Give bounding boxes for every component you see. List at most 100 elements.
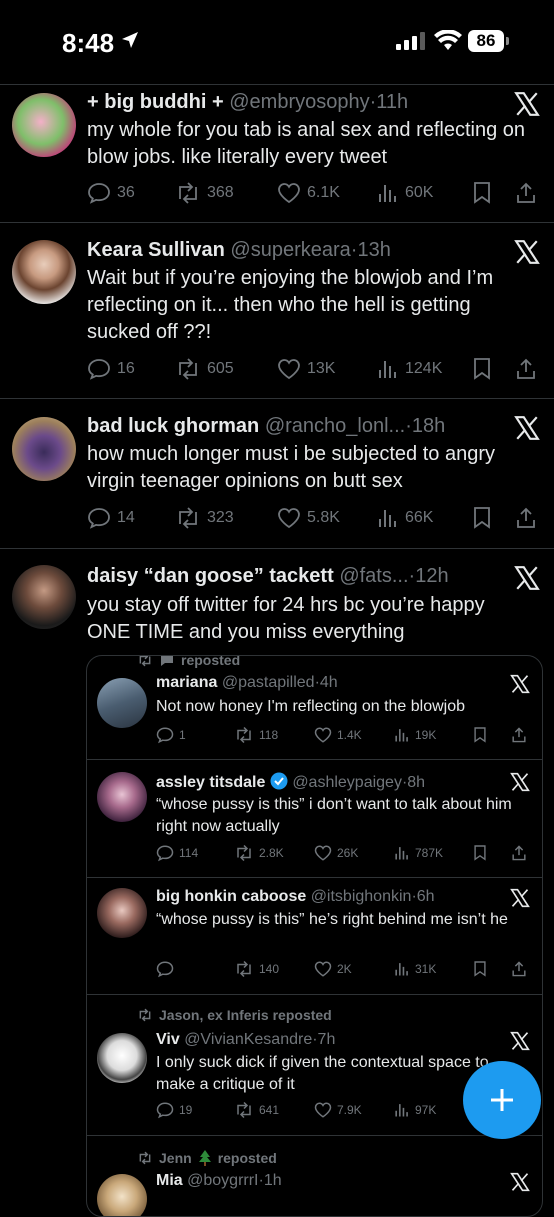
tweet[interactable]: + big buddhi + @embryosophy·11h my whole… — [0, 84, 554, 223]
share-icon[interactable] — [511, 726, 527, 744]
reply-button[interactable]: 1 — [156, 726, 186, 744]
views-button[interactable]: 787K — [394, 844, 443, 862]
bookmark-icon[interactable] — [473, 844, 487, 862]
compose-button[interactable] — [463, 1061, 541, 1139]
repost-button[interactable]: 323 — [175, 506, 234, 530]
reply-button[interactable]: 14 — [87, 506, 135, 530]
reply-icon — [156, 727, 174, 744]
share-icon[interactable] — [511, 960, 527, 978]
repost-button[interactable]: 118 — [234, 726, 278, 744]
share-icon[interactable] — [511, 844, 527, 862]
tweet-text: Not now honey I'm reflecting on the blow… — [156, 698, 466, 715]
tweet-time[interactable]: 4h — [320, 674, 338, 691]
tweet-time[interactable]: 6h — [417, 888, 435, 905]
x-logo-icon[interactable] — [514, 565, 540, 591]
x-logo-icon[interactable] — [510, 1031, 530, 1051]
x-logo-icon[interactable] — [514, 415, 540, 441]
author-handle[interactable]: @boygrrrI — [187, 1172, 258, 1189]
author-name[interactable]: daisy “dan goose” tackett — [87, 565, 334, 587]
avatar[interactable] — [97, 678, 147, 728]
avatar[interactable] — [12, 417, 76, 481]
repost-button[interactable]: 2.8K — [234, 844, 284, 862]
share-icon[interactable] — [515, 506, 537, 530]
author-handle[interactable]: @superkeara — [230, 239, 350, 261]
x-logo-icon[interactable] — [514, 239, 540, 265]
author-handle[interactable]: @embryosophy — [229, 91, 369, 113]
author-handle[interactable]: @fats... — [339, 565, 408, 587]
author-handle[interactable]: @pastapilled — [222, 674, 315, 691]
author-handle[interactable]: @itsbighonkin — [311, 888, 412, 905]
author-name[interactable]: Keara Sullivan — [87, 239, 225, 261]
x-logo-icon[interactable] — [510, 888, 530, 908]
tweet-time[interactable]: 13h — [357, 239, 390, 261]
avatar[interactable] — [97, 772, 147, 822]
views-button[interactable]: 124K — [377, 357, 442, 381]
like-button[interactable]: 1.4K — [314, 726, 362, 744]
quoted-tweet[interactable]: assley titsdale @ashleypaigey·8h “whose … — [87, 760, 542, 878]
x-logo-icon[interactable] — [510, 674, 530, 694]
quoted-media[interactable]: reposted mariana @pastapilled·4h Not now… — [86, 655, 543, 1217]
bookmark-icon[interactable] — [473, 960, 487, 978]
repost-label-name[interactable]: Jenn — [159, 1150, 192, 1166]
tweet-time[interactable]: 1h — [264, 1172, 282, 1189]
like-button[interactable]: 13K — [277, 357, 335, 381]
author-name[interactable]: Viv — [156, 1031, 180, 1048]
tweet-time[interactable]: 11h — [376, 91, 408, 113]
views-button[interactable]: 31K — [394, 960, 436, 978]
like-button[interactable]: 26K — [314, 844, 358, 862]
like-button[interactable]: 7.9K — [314, 1101, 362, 1119]
author-name[interactable]: big honkin caboose — [156, 888, 306, 905]
x-logo-icon[interactable] — [510, 1172, 530, 1192]
share-icon[interactable] — [515, 357, 537, 381]
repost-button[interactable]: 641 — [234, 1101, 279, 1119]
reply-button[interactable] — [156, 960, 179, 978]
reply-button[interactable]: 16 — [87, 357, 135, 381]
avatar[interactable] — [97, 1033, 147, 1083]
reply-button[interactable]: 36 — [87, 181, 135, 205]
views-button[interactable]: 19K — [394, 726, 436, 744]
author-handle[interactable]: @rancho_lonl... — [265, 415, 405, 437]
tweet[interactable]: Keara Sullivan @superkeara·13h Wait but … — [0, 222, 554, 399]
views-button[interactable]: 60K — [377, 181, 433, 205]
battery-indicator: 86 — [468, 30, 504, 52]
tweet-time[interactable]: 18h — [412, 415, 445, 437]
bookmark-icon[interactable] — [473, 726, 487, 744]
views-button[interactable]: 97K — [394, 1101, 436, 1119]
like-button[interactable]: 5.8K — [277, 506, 340, 530]
author-name[interactable]: mariana — [156, 674, 217, 691]
tweet-time[interactable]: 7h — [318, 1031, 336, 1048]
author-name[interactable]: + big buddhi + — [87, 91, 224, 113]
avatar[interactable] — [97, 888, 147, 938]
repost-label-text[interactable]: Jason, ex Inferis reposted — [159, 1007, 332, 1023]
quoted-tweet[interactable]: Jenn reposted Mia @boygrrrI·1h — [87, 1136, 542, 1216]
x-logo-icon[interactable] — [510, 772, 530, 792]
share-icon[interactable] — [515, 181, 537, 205]
bookmark-icon[interactable] — [472, 181, 492, 205]
like-button[interactable]: 2K — [314, 960, 352, 978]
tweet-time[interactable]: 12h — [415, 565, 448, 587]
tweet[interactable]: bad luck ghorman @rancho_lonl...·18h how… — [0, 398, 554, 549]
repost-button[interactable]: 368 — [175, 181, 234, 205]
bookmark-icon[interactable] — [472, 506, 492, 530]
quoted-tweet[interactable]: big honkin caboose @itsbighonkin·6h “who… — [87, 878, 542, 994]
avatar[interactable] — [12, 93, 76, 157]
reply-button[interactable]: 114 — [156, 844, 198, 862]
repost-button[interactable]: 140 — [234, 960, 279, 978]
repost-button[interactable]: 605 — [175, 357, 234, 381]
author-name[interactable]: Mia — [156, 1172, 183, 1189]
like-button[interactable]: 6.1K — [277, 181, 340, 205]
views-button[interactable]: 66K — [377, 506, 433, 530]
quoted-tweet[interactable]: mariana @pastapilled·4h Not now honey I'… — [87, 668, 542, 768]
avatar[interactable] — [97, 1174, 147, 1216]
author-name[interactable]: assley titsdale — [156, 774, 265, 791]
author-handle[interactable]: @ashleypaigey — [292, 774, 402, 791]
reply-button[interactable]: 19 — [156, 1101, 192, 1119]
author-name[interactable]: bad luck ghorman — [87, 415, 259, 437]
heart-icon — [314, 727, 332, 743]
avatar[interactable] — [12, 240, 76, 304]
avatar[interactable] — [12, 565, 76, 629]
x-logo-icon[interactable] — [514, 91, 540, 117]
bookmark-icon[interactable] — [472, 357, 492, 381]
tweet-time[interactable]: 8h — [407, 774, 425, 791]
author-handle[interactable]: @VivianKesandre — [184, 1031, 312, 1048]
